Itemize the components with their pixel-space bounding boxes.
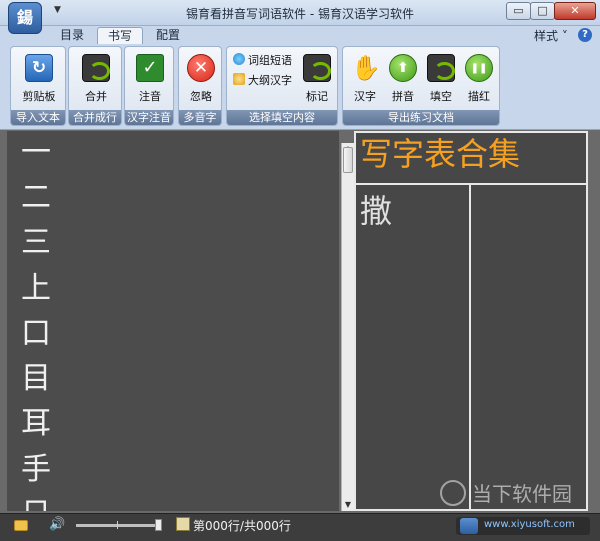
maximize-button[interactable]: □	[530, 2, 555, 20]
list-item[interactable]: 上	[21, 267, 61, 311]
row-icon	[176, 517, 190, 531]
mark-icon	[303, 54, 331, 82]
title-bar: ▼ 锡育看拼音写词语软件 - 锡育汉语学习软件 ▭ □ ✕	[0, 0, 600, 26]
status-bar: 🔊 第000行/共000行 www.xiyusoft.com	[0, 513, 600, 541]
speaker-icon[interactable]: 🔊	[49, 517, 65, 532]
fill-icon	[427, 54, 455, 82]
site-badge[interactable]: www.xiyusoft.com	[456, 517, 590, 535]
phrase-button[interactable]: 词组短语	[233, 52, 292, 70]
watermark-logo-icon	[440, 480, 466, 506]
group-import-text: ↻ 剪贴板 导入文本	[10, 46, 66, 126]
merge-label: 合并	[85, 90, 107, 103]
sheet-divider	[469, 185, 471, 509]
clipboard-icon: ↻	[25, 54, 53, 82]
group-label: 选择填空内容	[227, 110, 337, 125]
group-export: ✋ 汉字 ⬆ 拼音 填空 ❚❚ 描红 导出练习文档	[342, 46, 500, 126]
group-annotate: ✓ 注音 汉字注音	[124, 46, 174, 126]
group-label: 导入文本	[11, 110, 65, 125]
annotate-label: 注音	[139, 90, 161, 103]
group-fill-content: 词组短语 大纲汉字 标记 选择填空内容	[226, 46, 338, 126]
group-merge-lines: 合并 合并成行	[68, 46, 122, 126]
ignore-icon: ✕	[187, 54, 215, 82]
site-logo-icon	[460, 518, 478, 534]
group-label: 汉字注音	[125, 110, 173, 125]
scroll-thumb[interactable]	[343, 147, 353, 173]
export-trace-button[interactable]: ❚❚ 描红	[459, 50, 499, 106]
list-item[interactable]: 一	[21, 131, 61, 175]
list-item[interactable]: 手	[21, 448, 61, 492]
merge-icon	[82, 54, 110, 82]
outline-chars-button[interactable]: 大纲汉字	[233, 72, 292, 90]
list-item[interactable]: 三	[21, 221, 61, 265]
tab-config[interactable]: 配置	[146, 27, 190, 44]
app-logo-icon[interactable]: 鍚	[8, 2, 42, 34]
ribbon: ↻ 剪贴板 导入文本 合并 合并成行 ✓ 注音 汉字注音 ✕ 忽略 多音字 词组…	[0, 44, 600, 130]
trace-icon: ❚❚	[465, 54, 493, 82]
group-polyphone: ✕ 忽略 多音字	[178, 46, 222, 126]
ribbon-tab-bar: 目录 书写 配置	[0, 26, 600, 44]
volume-tick	[117, 521, 118, 529]
sheet-character: 撒	[360, 192, 393, 230]
character-list[interactable]: 一 二 三 上 口 目 耳 手 日	[7, 131, 339, 511]
tab-writing[interactable]: 书写	[97, 27, 144, 44]
watermark: 当下软件园	[472, 482, 572, 506]
help-icon[interactable]: ?	[578, 28, 592, 42]
outline-chars-icon	[233, 73, 245, 85]
ignore-button[interactable]: ✕ 忽略	[181, 50, 221, 106]
clipboard-label: 剪贴板	[22, 90, 56, 103]
group-label: 多音字	[179, 110, 221, 125]
list-item[interactable]: 耳	[21, 402, 61, 446]
list-item[interactable]: 二	[21, 176, 61, 220]
clipboard-button[interactable]: ↻ 剪贴板	[19, 50, 59, 106]
tab-catalog[interactable]: 目录	[50, 27, 94, 44]
site-url[interactable]: www.xiyusoft.com	[484, 519, 575, 530]
row-status: 第000行/共000行	[193, 519, 291, 533]
ignore-label: 忽略	[190, 90, 212, 103]
merge-button[interactable]: 合并	[76, 50, 116, 106]
annotate-button[interactable]: ✓ 注音	[130, 50, 170, 106]
mark-button[interactable]: 标记	[297, 50, 337, 106]
pinyin-icon: ⬆	[389, 54, 417, 82]
volume-slider-thumb[interactable]	[155, 519, 162, 531]
annotate-icon: ✓	[136, 54, 164, 82]
vertical-scrollbar[interactable]: ▲ ▼	[341, 143, 354, 511]
volume-slider[interactable]	[76, 524, 160, 527]
hand-icon: ✋	[351, 54, 381, 82]
style-menu[interactable]: 样式 ˅	[534, 27, 568, 44]
outline-chars-label: 大纲汉字	[248, 74, 292, 87]
sheet-divider	[356, 183, 586, 185]
minimize-button[interactable]: ▭	[506, 2, 531, 20]
phrase-label: 词组短语	[248, 54, 292, 67]
writing-sheet-preview: 写字表合集 撒	[354, 131, 588, 511]
close-button[interactable]: ✕	[554, 2, 596, 20]
group-label: 导出练习文档	[343, 110, 499, 125]
list-item[interactable]: 目	[21, 357, 61, 401]
folder-icon[interactable]	[14, 520, 28, 531]
group-label: 合并成行	[69, 110, 121, 125]
phrase-icon	[233, 53, 245, 65]
list-item[interactable]: 口	[21, 312, 61, 356]
sheet-title: 写字表合集	[360, 135, 521, 173]
export-trace-label: 描红	[468, 90, 490, 103]
scroll-down-icon[interactable]: ▼	[342, 499, 354, 511]
list-item[interactable]: 日	[21, 493, 61, 511]
mark-label: 标记	[306, 90, 328, 103]
